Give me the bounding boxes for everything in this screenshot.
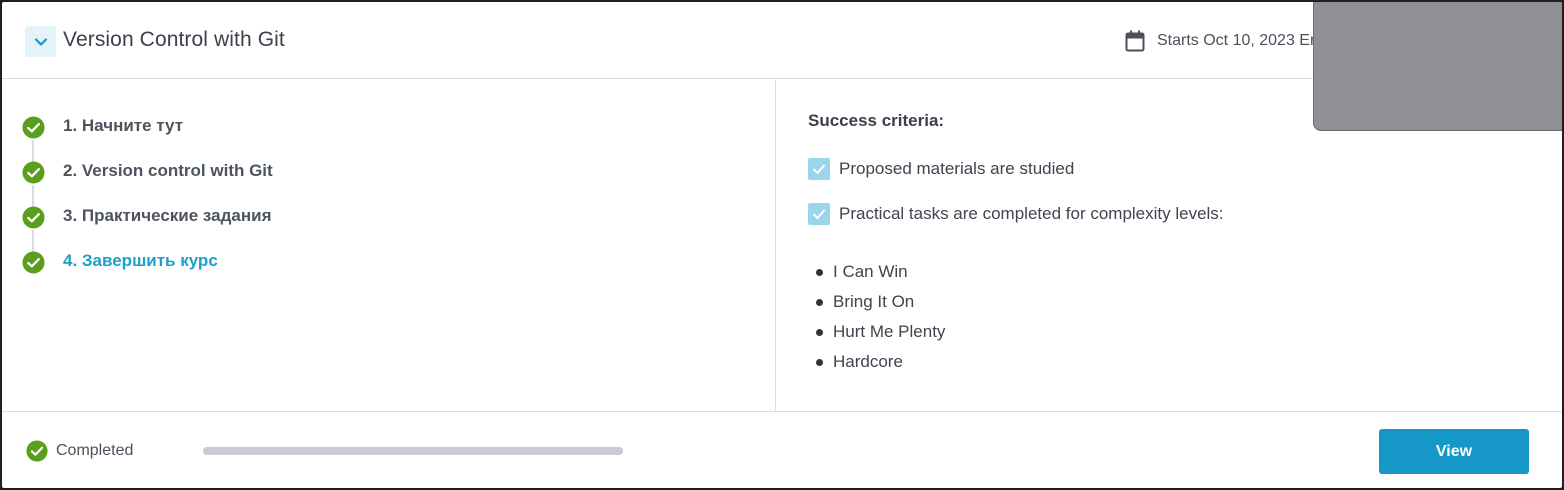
step-connector	[32, 230, 34, 252]
bullet-icon	[816, 359, 823, 366]
list-item: Hardcore	[816, 350, 945, 380]
card-footer: Completed View	[2, 411, 1562, 488]
check-circle-icon	[22, 205, 45, 229]
step-label: 1. Начните тут	[63, 116, 184, 135]
tooltip-overlay	[1313, 2, 1562, 131]
step-item-3[interactable]: 3. Практические задания	[22, 205, 272, 229]
progress-bar	[203, 447, 623, 455]
checkbox-checked-icon[interactable]	[808, 158, 830, 180]
level-label: Hurt Me Plenty	[833, 322, 946, 341]
complexity-levels-list: I Can Win Bring It On Hurt Me Plenty Har…	[816, 260, 946, 380]
step-label: 3. Практические задания	[63, 206, 272, 225]
course-card: Version Control with Git Starts Oct 10, …	[2, 2, 1562, 488]
calendar-icon	[1125, 30, 1145, 52]
check-circle-icon	[22, 250, 45, 274]
bullet-icon	[816, 299, 823, 306]
step-label: 4. Завершить курс	[63, 251, 218, 270]
list-item: Bring It On	[816, 290, 945, 320]
bullet-icon	[816, 269, 823, 276]
step-label: 2. Version control with Git	[63, 161, 273, 180]
check-circle-icon	[22, 160, 45, 184]
step-connector	[32, 140, 34, 162]
progress-fill	[203, 447, 623, 455]
list-item: I Can Win	[816, 260, 945, 290]
checkbox-checked-icon[interactable]	[808, 203, 830, 225]
step-item-1[interactable]: 1. Начните тут	[22, 115, 183, 139]
criterion-item-2[interactable]: Practical tasks are completed for comple…	[808, 202, 1224, 226]
status-label: Completed	[56, 442, 134, 459]
level-label: I Can Win	[833, 262, 908, 281]
chevron-down-icon	[34, 37, 47, 46]
bullet-icon	[816, 329, 823, 336]
level-label: Hardcore	[833, 352, 903, 371]
step-connector	[32, 185, 34, 207]
level-label: Bring It On	[833, 292, 915, 311]
check-circle-icon	[26, 440, 48, 462]
step-item-2[interactable]: 2. Version control with Git	[22, 160, 273, 184]
criterion-item-1[interactable]: Proposed materials are studied	[808, 157, 1074, 181]
view-button[interactable]: View	[1379, 429, 1529, 474]
collapse-toggle-button[interactable]	[25, 26, 56, 57]
check-circle-icon	[22, 115, 45, 139]
criteria-title: Success criteria:	[808, 111, 945, 130]
course-dates: Starts Oct 10, 2023 En	[1157, 32, 1319, 49]
steps-list: 1. Начните тут 2. Version control with G…	[2, 80, 776, 411]
course-title: Version Control with Git	[63, 28, 285, 51]
status-badge: Completed	[26, 440, 133, 462]
list-item: Hurt Me Plenty	[816, 320, 946, 350]
criterion-label: Proposed materials are studied	[839, 159, 1075, 178]
criterion-label: Practical tasks are completed for comple…	[839, 204, 1224, 223]
step-item-4[interactable]: 4. Завершить курс	[22, 250, 218, 274]
